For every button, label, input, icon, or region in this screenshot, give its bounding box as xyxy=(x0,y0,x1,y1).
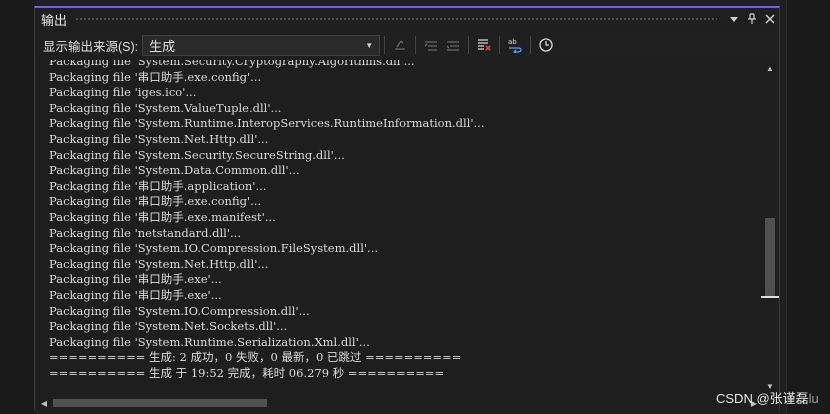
output-line: Packaging file 'System.Data.Common.dll'.… xyxy=(49,163,300,178)
scroll-left-icon[interactable]: ◀ xyxy=(39,396,49,410)
output-line: Packaging file 'System.IO.Compression.dl… xyxy=(49,303,310,318)
output-toolbar: 显示输出来源(S): 生成 ▼ ab xyxy=(35,32,779,58)
output-source-label: 显示输出来源(S): xyxy=(43,39,139,54)
panel-title: 输出 xyxy=(41,12,68,28)
chevron-down-icon: ▼ xyxy=(365,40,374,50)
csdn-watermark: CSDN @张谨磊lu xyxy=(716,388,819,407)
output-line: Packaging file '串口助手.exe.config'... xyxy=(49,69,262,84)
output-text-area[interactable]: Packaging file 'System.Security.Cryptogr… xyxy=(35,60,761,396)
output-line: Packaging file 'iges.ico'... xyxy=(49,85,197,100)
svg-text:ab: ab xyxy=(508,38,517,46)
toolbar-separator xyxy=(415,36,417,54)
vertical-scrollbar[interactable]: ▲ ▼ xyxy=(761,60,779,396)
output-line: Packaging file 'netstandard.dll'... xyxy=(49,225,241,240)
output-line: Packaging file 'System.IO.Compression.Fi… xyxy=(49,241,379,256)
output-line: ========== 生成: 2 成功，0 失败，0 最新，0 已跳过 ====… xyxy=(49,350,462,365)
output-panel: 输出 显示输出来源(S): 生成 ▼ ab Packaging file 'Sy… xyxy=(34,6,780,410)
output-line: Packaging file 'System.Security.Cryptogr… xyxy=(49,60,415,68)
horizontal-scroll-thumb[interactable] xyxy=(53,399,267,407)
watermark-tail: lu xyxy=(808,391,819,406)
scroll-up-icon[interactable]: ▲ xyxy=(761,62,779,74)
output-line: Packaging file 'System.Runtime.Serializa… xyxy=(49,334,370,349)
close-icon[interactable] xyxy=(761,10,779,28)
pin-icon[interactable] xyxy=(743,10,761,28)
toolbar-separator xyxy=(530,36,532,54)
output-source-select[interactable]: 生成 ▼ xyxy=(142,34,381,56)
scroll-position-marker xyxy=(761,296,779,298)
drag-grip[interactable] xyxy=(75,16,717,22)
right-dock-area xyxy=(786,0,830,414)
output-line: Packaging file 'System.Net.Http.dll'... xyxy=(49,256,269,271)
output-line: Packaging file '串口助手.exe.config'... xyxy=(49,194,262,209)
previous-message-icon[interactable] xyxy=(420,34,442,56)
output-line: Packaging file 'System.Net.Sockets.dll'.… xyxy=(49,319,288,334)
toolbar-separator xyxy=(499,36,501,54)
watermark-text: CSDN @张谨磊 xyxy=(716,391,809,406)
find-message-icon[interactable] xyxy=(389,34,411,56)
next-message-icon[interactable] xyxy=(442,34,464,56)
vertical-scroll-thumb[interactable] xyxy=(765,218,775,296)
output-lines: Packaging file 'System.Security.Cryptogr… xyxy=(49,60,485,381)
timestamp-icon[interactable] xyxy=(535,34,557,56)
output-line: ========== 生成 于 19:52 完成，耗时 06.279 秒 ===… xyxy=(49,365,445,380)
output-line: Packaging file '串口助手.application'... xyxy=(49,178,267,193)
output-line: Packaging file '串口助手.exe'... xyxy=(49,287,222,302)
output-line: Packaging file 'System.Security.SecureSt… xyxy=(49,147,345,162)
output-line: Packaging file 'System.Runtime.InteropSe… xyxy=(49,116,485,131)
output-line: Packaging file '串口助手.exe.manifest'... xyxy=(49,209,276,224)
toolbar-separator xyxy=(468,36,470,54)
word-wrap-icon[interactable]: ab xyxy=(504,34,526,56)
left-dock-area xyxy=(0,0,34,414)
panel-titlebar[interactable]: 输出 xyxy=(35,8,779,30)
window-position-icon[interactable] xyxy=(725,10,743,28)
horizontal-scrollbar[interactable]: ◀ ▶ xyxy=(35,396,779,410)
output-line: Packaging file 'System.ValueTuple.dll'..… xyxy=(49,100,282,115)
clear-all-icon[interactable] xyxy=(473,34,495,56)
toolbar-separator xyxy=(384,36,386,54)
output-source-value: 生成 xyxy=(149,38,176,54)
output-line: Packaging file 'System.Net.Http.dll'... xyxy=(49,131,269,146)
output-line: Packaging file '串口助手.exe'... xyxy=(49,272,222,287)
